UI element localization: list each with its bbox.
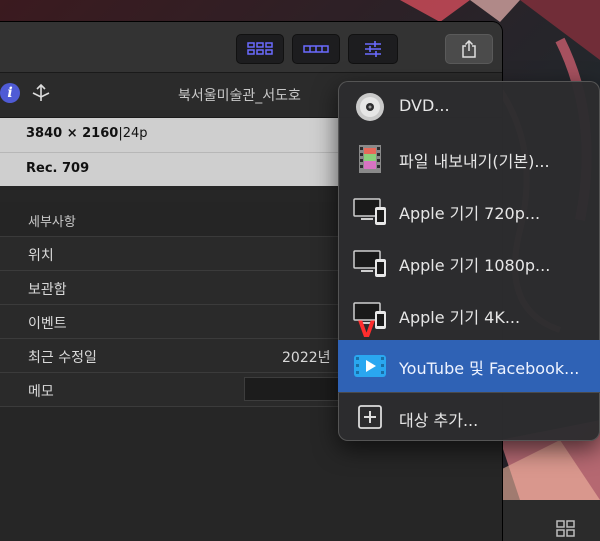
timeline-view-button[interactable] [292,34,340,64]
grid-icon [247,42,273,55]
menu-item-youtube-facebook[interactable]: YouTube 및 Facebook... [338,340,600,392]
menu-item-label: Apple 기기 4K... [399,308,521,327]
share-button[interactable] [445,34,493,64]
move-arrows-icon[interactable] [30,83,52,103]
menu-item-dvd[interactable]: DVD... [338,81,600,133]
modified-date-value: 2022년 [282,350,331,366]
sliders-icon [365,41,381,57]
spec-row-color-space: Rec. 709 [0,152,340,187]
menu-item-label: YouTube 및 Facebook... [399,359,580,378]
meta-row-location: 위치 [0,237,340,271]
menu-item-label: DVD... [399,96,450,115]
meta-row-event: 이벤트 [0,305,340,339]
filmstrip-icon [303,45,329,53]
frame-rate-text: 24p [122,126,148,141]
share-icon [462,40,476,58]
video-play-icon [354,355,386,377]
meta-label: 이벤트 [28,316,67,332]
clip-title: 북서울미술관_서도호 [178,88,301,104]
meta-label: 보관함 [28,282,67,298]
grid-icon[interactable] [556,520,576,538]
spec-row-resolution: 3840 × 2160|24p [0,118,340,152]
plus-box-icon [358,405,382,429]
menu-item-apple-4k[interactable]: Apple 기기 4K... [338,289,600,341]
menu-item-apple-720p[interactable]: Apple 기기 720p... [338,185,600,237]
spec-panel: 3840 × 2160|24p Rec. 709 [0,118,340,186]
menu-item-label: 파일 내보내기(기본)... [399,152,550,171]
notes-field[interactable] [244,377,340,401]
inspector-adjustments-button[interactable] [348,34,398,64]
details-section-header[interactable]: 세부사항 [0,202,340,237]
meta-row-modified: 최근 수정일 2022년 [0,339,340,373]
toolbar [0,22,502,73]
meta-row-library: 보관함 [0,271,340,305]
browser-view-button[interactable] [236,34,284,64]
meta-row-notes: 메모 [0,373,340,407]
menu-item-add-destination[interactable]: 대상 추가... [338,392,600,441]
section-title: 세부사항 [28,215,76,230]
apple-devices-icon [353,198,386,225]
film-file-icon [359,145,381,173]
share-menu: DVD... 파일 내보내기(기본)... Apple 기기 720p... A… [338,81,600,441]
color-space-text: Rec. 709 [26,161,90,176]
meta-label: 위치 [28,248,54,264]
dvd-disc-icon [356,93,384,121]
meta-label: 메모 [28,384,54,400]
menu-item-label: Apple 기기 1080p... [399,256,551,275]
menu-item-label: 대상 추가... [399,411,479,430]
menu-item-export-file[interactable]: 파일 내보내기(기본)... [338,133,600,185]
info-icon[interactable]: i [0,83,20,103]
menu-item-apple-1080p[interactable]: Apple 기기 1080p... [338,237,600,289]
meta-label: 최근 수정일 [28,350,97,366]
resolution-text: 3840 × 2160 [26,126,119,141]
menu-item-label: Apple 기기 720p... [399,204,541,223]
apple-devices-icon [353,250,386,277]
annotation-check-mark: V [358,318,376,343]
